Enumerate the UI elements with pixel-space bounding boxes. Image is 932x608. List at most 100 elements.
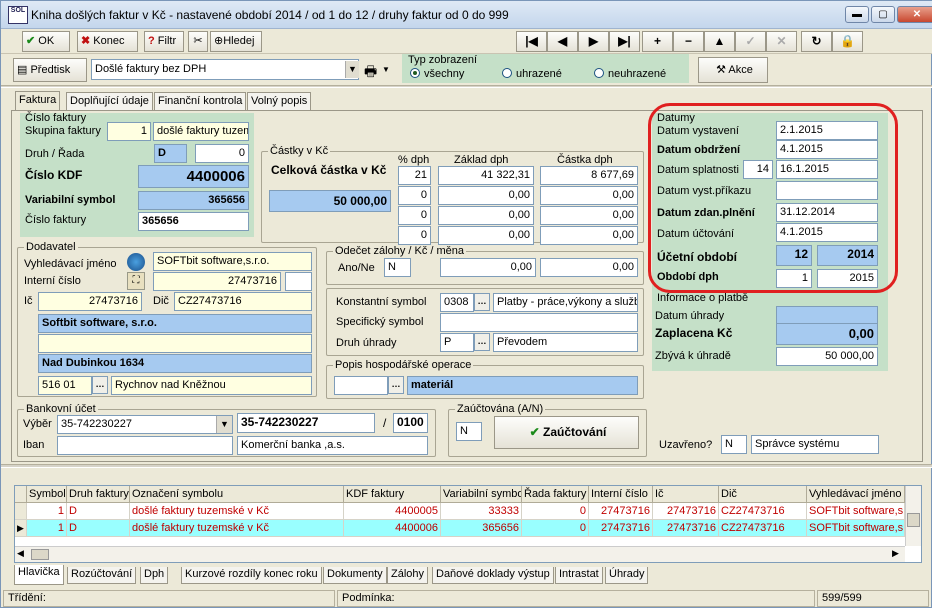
- delete-record-button[interactable]: −: [673, 31, 704, 52]
- druh-lookup-button[interactable]: …: [474, 333, 490, 351]
- grid-cell[interactable]: CZ27473716: [719, 503, 807, 520]
- refresh-button[interactable]: ↻: [801, 31, 832, 52]
- dph-rate-field[interactable]: 0: [398, 226, 431, 245]
- tab-financni[interactable]: Finanční kontrola: [154, 92, 247, 110]
- ulice-field[interactable]: Nad Dubinkou 1634: [38, 354, 312, 373]
- radio-uhrazene[interactable]: uhrazené: [502, 68, 562, 80]
- current-row-pointer-icon[interactable]: ▶: [15, 520, 27, 537]
- cancel-record-button[interactable]: ✕: [766, 31, 797, 52]
- maximize-button[interactable]: ▢: [871, 6, 895, 23]
- castka-field[interactable]: 0,00: [540, 206, 638, 225]
- nazev2-field[interactable]: [38, 334, 312, 353]
- popis-code-field[interactable]: [334, 376, 388, 395]
- add-record-button[interactable]: +: [642, 31, 673, 52]
- zauct-field[interactable]: N: [456, 422, 482, 441]
- grid-cell[interactable]: došlé faktury tuzemské v Kč: [130, 503, 344, 520]
- edit-record-button[interactable]: ▲: [704, 31, 735, 52]
- predtisk-button[interactable]: ▤ Předtisk: [13, 58, 87, 82]
- ok-button[interactable]: ✔ OK: [22, 31, 70, 52]
- tab-volny-popis[interactable]: Volný popis: [247, 92, 312, 110]
- konst-text-field[interactable]: Platby - práce,výkony a služby: [493, 293, 638, 312]
- nav-prev-button[interactable]: ◀: [547, 31, 578, 52]
- grid-header[interactable]: Označení symbolu: [130, 486, 344, 503]
- tab-hlavicka[interactable]: Hlavička: [14, 565, 64, 585]
- tab-dph[interactable]: Dph: [140, 567, 169, 584]
- celkova-field[interactable]: 50 000,00: [269, 190, 391, 212]
- tab-zalohy[interactable]: Zálohy: [387, 567, 429, 584]
- castka-field[interactable]: 0,00: [540, 186, 638, 205]
- grid-header[interactable]: Vyhledávací jméno: [807, 486, 905, 503]
- banka-nazev-field[interactable]: Komerční banka ,a.s.: [237, 436, 428, 455]
- scroll-right-icon[interactable]: ▶: [892, 548, 899, 559]
- castka-field[interactable]: 0,00: [540, 226, 638, 245]
- grid-header[interactable]: Interní číslo: [589, 486, 653, 503]
- uzavreno-user-field[interactable]: Správce systému: [751, 435, 879, 454]
- interni-field[interactable]: 27473716: [153, 272, 281, 291]
- grid-header[interactable]: KDF faktury: [344, 486, 441, 503]
- horizontal-scrollbar[interactable]: ◀ ▶: [15, 546, 905, 562]
- zaplaceno-field[interactable]: 0,00: [776, 323, 878, 345]
- zauctovani-button[interactable]: ✔ Zaúčtování: [494, 416, 639, 449]
- map-icon[interactable]: ⛶: [127, 272, 145, 290]
- akce-button[interactable]: ⚒ Akce: [698, 57, 768, 83]
- minimize-button[interactable]: ▬: [845, 6, 869, 23]
- odecet-v1-field[interactable]: 0,00: [440, 258, 536, 277]
- dic-field[interactable]: CZ27473716: [174, 292, 312, 311]
- printer-icon[interactable]: 🖶: [364, 61, 377, 85]
- zaklad-field[interactable]: 0,00: [438, 226, 534, 245]
- nav-last-button[interactable]: ▶|: [609, 31, 640, 52]
- grid-cell[interactable]: CZ27473716: [719, 520, 807, 537]
- tab-dokumenty[interactable]: Dokumenty: [323, 567, 387, 584]
- tab-kurzove[interactable]: Kurzové rozdíly konec roku: [181, 567, 322, 584]
- dph-rate-field[interactable]: 0: [398, 206, 431, 225]
- mesto-field[interactable]: Rychnov nad Kněžnou: [111, 376, 312, 395]
- spec-field[interactable]: [440, 313, 638, 332]
- lock-button[interactable]: 🔒: [832, 31, 863, 52]
- hledej-button[interactable]: ⊕Hledej: [210, 31, 262, 52]
- druh-field[interactable]: D: [154, 144, 187, 163]
- zaklad-field[interactable]: 0,00: [438, 186, 534, 205]
- psc-lookup-button[interactable]: …: [92, 376, 108, 394]
- odecet-v2-field[interactable]: 0,00: [540, 258, 638, 277]
- cf-field[interactable]: 365656: [138, 212, 249, 231]
- nav-first-button[interactable]: |◀: [516, 31, 547, 52]
- grid-cell[interactable]: 0: [522, 503, 589, 520]
- chevron-down-icon[interactable]: ▼: [216, 416, 232, 433]
- psc-field[interactable]: 516 01: [38, 376, 92, 395]
- druh-uhrady-field[interactable]: P: [440, 333, 474, 352]
- zbyva-field[interactable]: 50 000,00: [776, 347, 878, 366]
- grid-cell[interactable]: 27473716: [589, 503, 653, 520]
- grid-cell[interactable]: 4400006: [344, 520, 441, 537]
- grid-cell[interactable]: D: [67, 503, 130, 520]
- grid-cell[interactable]: 0: [522, 520, 589, 537]
- tab-faktura[interactable]: Faktura: [15, 91, 61, 111]
- grid-header[interactable]: Dič: [719, 486, 807, 503]
- castka-field[interactable]: 8 677,69: [540, 166, 638, 185]
- grid-cell[interactable]: 1: [27, 520, 67, 537]
- grid-header[interactable]: Ič: [653, 486, 719, 503]
- report-select[interactable]: Došlé faktury bez DPH: [91, 59, 359, 80]
- tab-danove-doklady[interactable]: Daňové doklady výstup: [432, 567, 554, 584]
- tab-rozuctovani[interactable]: Rozúčtování: [67, 567, 137, 584]
- grid-cell[interactable]: 27473716: [589, 520, 653, 537]
- vyber-select[interactable]: 35-742230227: [57, 415, 233, 434]
- kdf-field[interactable]: 4400006: [138, 165, 249, 188]
- tab-uhrady[interactable]: Úhrady: [605, 567, 649, 584]
- dph-rate-field[interactable]: 21: [398, 166, 431, 185]
- filtr-button[interactable]: ? Filtr: [144, 31, 184, 52]
- popis-lookup-button[interactable]: …: [388, 376, 404, 394]
- druh-uhrady-text-field[interactable]: Převodem: [493, 333, 638, 352]
- uzavreno-field[interactable]: N: [721, 435, 747, 454]
- ic-field[interactable]: 27473716: [38, 292, 142, 311]
- popis-text-field[interactable]: materiál: [407, 376, 638, 395]
- grid-header[interactable]: Variabilní symbol: [441, 486, 522, 503]
- zaklad-field[interactable]: 0,00: [438, 206, 534, 225]
- skupina-text-field[interactable]: došlé faktury tuzem: [153, 122, 249, 141]
- grid-cell[interactable]: 1: [27, 503, 67, 520]
- grid-cell[interactable]: 4400005: [344, 503, 441, 520]
- grid-cell[interactable]: 33333: [441, 503, 522, 520]
- konst-lookup-button[interactable]: …: [474, 293, 490, 311]
- scrollbar-thumb[interactable]: [31, 549, 49, 560]
- grid-cell[interactable]: 27473716: [653, 503, 719, 520]
- post-record-button[interactable]: ✓: [735, 31, 766, 52]
